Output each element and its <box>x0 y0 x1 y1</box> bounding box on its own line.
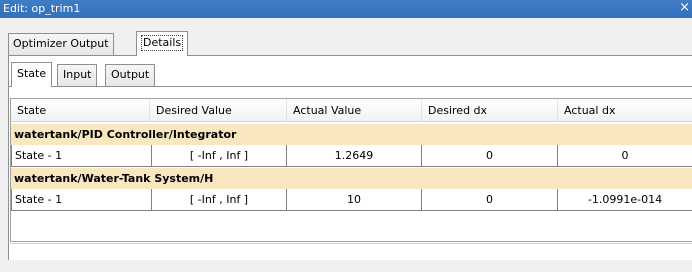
tab-output-label: Output <box>111 68 150 81</box>
tab-output[interactable]: Output <box>105 64 156 86</box>
desired-dx-cell[interactable]: 0 <box>422 189 558 211</box>
window-footer <box>0 260 692 272</box>
desired-dx-cell[interactable]: 0 <box>422 145 558 167</box>
table-row[interactable]: State - 1 [ -Inf , Inf ] 1.2649 0 0 <box>11 145 692 168</box>
close-icon[interactable]: × <box>679 1 690 15</box>
state-name-cell: State - 1 <box>11 145 152 167</box>
tab-optimizer-output-label: Optimizer Output <box>13 37 109 50</box>
column-header-state[interactable]: State <box>11 99 150 122</box>
tab-details[interactable]: Details <box>136 31 189 56</box>
column-header-actual-value[interactable]: Actual Value <box>287 99 422 122</box>
tab-optimizer-output[interactable]: Optimizer Output <box>8 33 114 55</box>
column-header-desired-value[interactable]: Desired Value <box>150 99 287 122</box>
tab-input[interactable]: Input <box>57 64 98 86</box>
tab-input-label: Input <box>63 68 92 81</box>
desired-value-cell[interactable]: [ -Inf , Inf ] <box>152 145 287 167</box>
table-header-row: State Desired Value Actual Value Desired… <box>11 99 692 122</box>
window-title: Edit: op_trim1 <box>3 2 81 15</box>
state-name-cell: State - 1 <box>11 189 152 211</box>
desired-value-cell[interactable]: [ -Inf , Inf ] <box>152 189 287 211</box>
table-bottom-divider-secondary <box>10 243 692 244</box>
column-header-actual-dx[interactable]: Actual dx <box>558 99 692 122</box>
title-bar[interactable]: Edit: op_trim1 × <box>0 0 692 18</box>
column-header-desired-dx[interactable]: Desired dx <box>422 99 558 122</box>
state-table: State Desired Value Actual Value Desired… <box>10 98 692 242</box>
group-row-pid-integrator[interactable]: watertank/PID Controller/Integrator <box>11 124 692 145</box>
tab-state[interactable]: State <box>11 62 53 87</box>
actual-value-cell: 10 <box>287 189 422 211</box>
tab-details-label: Details <box>141 35 184 51</box>
group-row-water-tank-h[interactable]: watertank/Water-Tank System/H <box>11 168 692 189</box>
actual-dx-cell: -1.0991e-014 <box>558 189 692 211</box>
actual-value-cell: 1.2649 <box>287 145 422 167</box>
edit-dialog-window: Edit: op_trim1 × Optimizer Output Detail… <box>0 0 692 272</box>
actual-dx-cell: 0 <box>558 145 692 167</box>
table-bottom-divider <box>10 241 692 242</box>
table-row[interactable]: State - 1 [ -Inf , Inf ] 10 0 -1.0991e-0… <box>11 189 692 212</box>
tab-state-label: State <box>17 67 47 80</box>
